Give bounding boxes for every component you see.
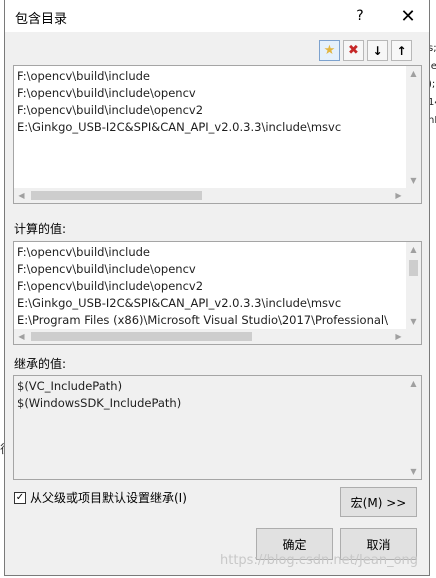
include-paths-editor[interactable]: F:\opencv\build\include F:\opencv\build\… <box>13 65 422 204</box>
scroll-left-icon[interactable]: ◀ <box>14 188 29 203</box>
scroll-corner <box>406 188 421 203</box>
list-item: $(WindowsSDK_IncludePath) <box>17 396 182 410</box>
close-button[interactable]: ✕ <box>387 2 429 30</box>
scroll-down-icon[interactable]: ▼ <box>406 464 421 479</box>
list-item: E:\Ginkgo_USB-I2C&SPI&CAN_API_v2.0.3.3\i… <box>17 296 342 310</box>
list-item: F:\opencv\build\include <box>17 245 150 259</box>
list-item[interactable]: E:\Ginkgo_USB-I2C&SPI&CAN_API_v2.0.3.3\i… <box>17 119 341 136</box>
inherit-checkbox-label[interactable]: 从父级或项目默认设置继承(I) <box>30 489 187 506</box>
scrollbar-thumb[interactable] <box>409 260 418 276</box>
new-folder-icon: ★ <box>323 43 336 58</box>
scroll-down-icon[interactable]: ▼ <box>406 173 421 188</box>
title-bar: 包含目录 ? ✕ <box>5 0 429 32</box>
vertical-scrollbar[interactable]: ▲ ▼ <box>406 376 421 479</box>
cancel-button[interactable]: 取消 <box>340 528 417 560</box>
inherited-values-label: 继承的值: <box>14 357 67 371</box>
inherited-values-list: $(VC_IncludePath) $(WindowsSDK_IncludePa… <box>13 375 422 480</box>
delete-line-button[interactable]: ✖ <box>343 40 364 61</box>
move-up-button[interactable]: ↑ <box>391 40 412 61</box>
check-icon: ✓ <box>15 491 25 503</box>
move-down-icon: ↓ <box>372 43 383 58</box>
scroll-right-icon[interactable]: ▶ <box>391 329 406 344</box>
edit-toolbar: ★ ✖ ↓ ↑ <box>319 40 412 62</box>
list-item[interactable]: F:\opencv\build\include <box>17 68 150 85</box>
list-item[interactable]: F:\opencv\build\include\opencv <box>17 85 196 102</box>
scrollbar-thumb[interactable] <box>31 191 202 200</box>
ok-button[interactable]: 确定 <box>256 528 333 560</box>
dialog-title: 包含目录 <box>15 12 68 27</box>
scroll-right-icon[interactable]: ▶ <box>391 188 406 203</box>
inherit-checkbox[interactable]: ✓ <box>14 491 26 504</box>
delete-icon: ✖ <box>348 43 359 58</box>
vertical-scrollbar[interactable]: ▲ ▼ <box>406 242 421 329</box>
macros-button[interactable]: 宏(M) >> <box>340 487 417 517</box>
scrollbar-thumb[interactable] <box>31 332 252 341</box>
list-item: F:\opencv\build\include\opencv2 <box>17 279 204 293</box>
inherit-checkbox-row[interactable]: ✓ 从父级或项目默认设置继承(I) <box>14 489 187 506</box>
move-down-button[interactable]: ↓ <box>367 40 388 61</box>
move-up-icon: ↑ <box>396 43 407 58</box>
scroll-corner <box>406 329 421 344</box>
horizontal-scrollbar[interactable]: ◀ ▶ <box>14 329 406 344</box>
evaluated-value-label: 计算的值: <box>14 222 67 236</box>
help-button[interactable]: ? <box>339 2 381 30</box>
scroll-up-icon[interactable]: ▲ <box>406 242 421 257</box>
include-directories-dialog: 包含目录 ? ✕ ★ ✖ ↓ ↑ F:\opencv\build\include… <box>4 0 430 576</box>
list-item: F:\opencv\build\include\opencv <box>17 262 196 276</box>
scroll-up-icon[interactable]: ▲ <box>406 376 421 391</box>
new-line-button[interactable]: ★ <box>319 40 340 61</box>
scroll-left-icon[interactable]: ◀ <box>14 329 29 344</box>
list-item: $(VC_IncludePath) <box>17 379 123 393</box>
horizontal-scrollbar[interactable]: ◀ ▶ <box>14 188 406 203</box>
vertical-scrollbar[interactable]: ▲ ▼ <box>406 66 421 188</box>
scroll-down-icon[interactable]: ▼ <box>406 314 421 329</box>
list-item[interactable]: F:\opencv\build\include\opencv2 <box>17 102 203 119</box>
evaluated-value-list: F:\opencv\build\include F:\opencv\build\… <box>13 241 422 345</box>
list-item: E:\Program Files (x86)\Microsoft Visual … <box>17 313 388 327</box>
scroll-up-icon[interactable]: ▲ <box>406 66 421 81</box>
